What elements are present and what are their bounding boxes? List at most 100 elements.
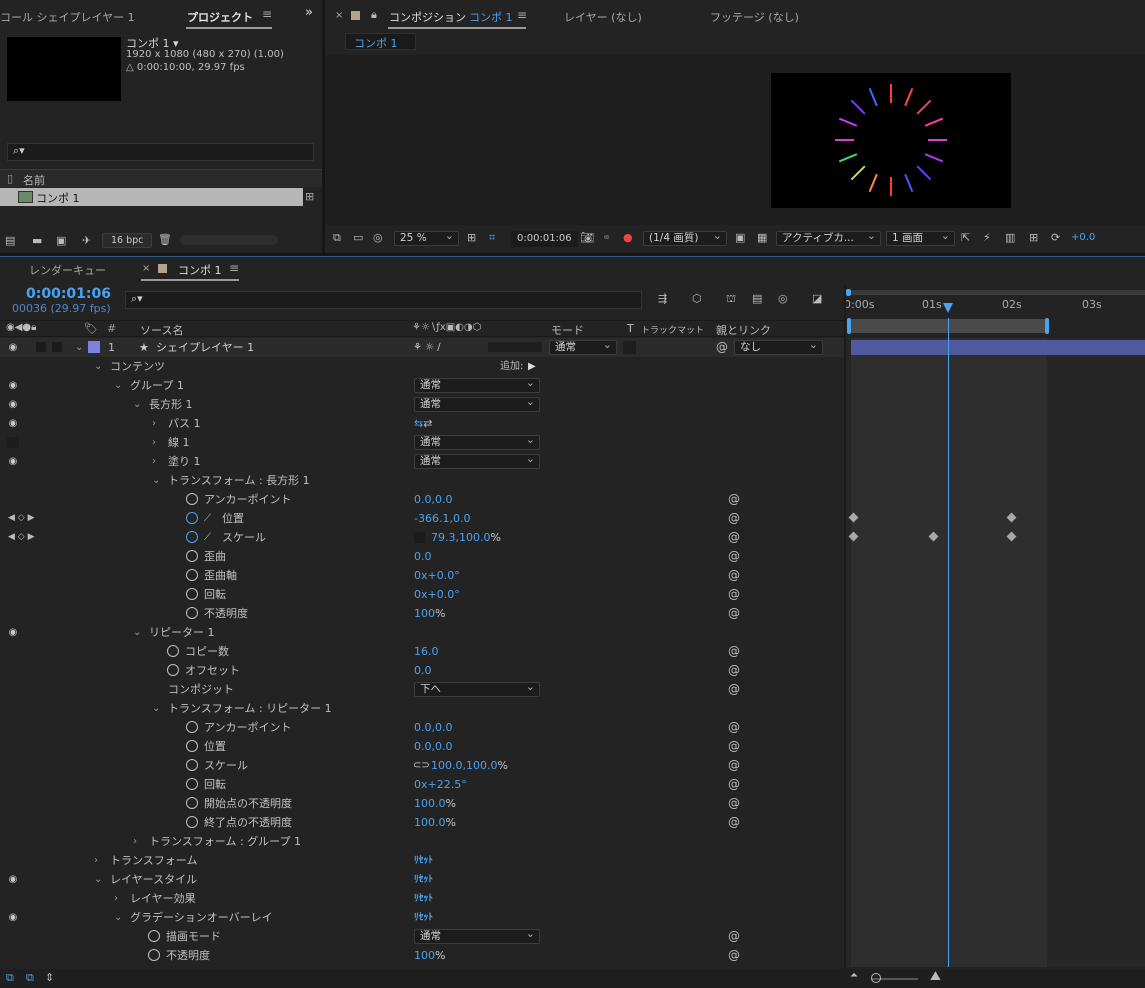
eye-icon[interactable]: ◉ [6,452,20,471]
zoom-out-icon[interactable]: ⏶ [850,970,858,981]
tab-comp[interactable]: コンポ 1 [178,262,222,278]
twirl-icon[interactable]: › [152,414,156,433]
parent-select[interactable]: なし [734,340,823,355]
comp-mini-flowchart-icon[interactable]: ⇶ [658,292,667,305]
show-snapshot-icon[interactable]: ⚭ [602,231,611,244]
zoom-in-icon[interactable]: ⛰ [930,969,941,984]
tree-row[interactable]: › 線 1 通常 [0,433,845,452]
magnification-toggle-icon[interactable]: ⧉ [333,231,341,245]
time-ruler[interactable]: 0:00s 01s 02s 03s [844,287,1145,335]
menu-icon[interactable]: ≡ [262,7,272,21]
toggle-pixel-icon[interactable]: ⇱ [961,231,970,244]
tab-close-icon[interactable]: × [142,263,150,274]
composite-select[interactable]: 下へ [414,682,540,697]
property-value[interactable]: 0x+0.0° [414,585,460,604]
blend-mode-select[interactable]: 通常 [414,397,540,412]
property-row[interactable]: 不透明度 100% @ [0,946,845,965]
pickwhip-icon[interactable]: @ [728,547,740,566]
eye-icon[interactable]: ◉ [6,338,20,357]
shy-layers-icon[interactable]: ⛫ [726,292,736,307]
blend-mode-select[interactable]: 通常 [414,454,540,469]
layer-row[interactable]: ◉ ⌄ 1 ★ シェイプレイヤー 1 ⚘ ☼ ∕ 通常 @ なし [0,338,845,357]
project-item-comp[interactable]: コンポ 1 [0,188,303,206]
col-source-name[interactable]: ソース名 [140,322,183,338]
property-value[interactable]: 0x+22.5° [414,775,467,794]
pickwhip-icon[interactable]: @ [716,338,728,357]
draft-3d-icon[interactable]: ⬡ [692,292,702,305]
timeline-icon[interactable]: ▥ [1005,231,1015,244]
reset-exposure-icon[interactable]: ⟳ [1051,231,1060,244]
tree-row[interactable]: ◉ ⌄ 長方形 1 通常 [0,395,845,414]
twirl-icon[interactable]: ⌄ [114,908,122,927]
property-row[interactable]: アンカーポイント 0.0,0.0 @ [0,490,845,509]
property-value[interactable]: 0.0,0.0 [414,490,452,509]
stopwatch-icon[interactable] [167,664,179,676]
twirl-icon[interactable]: ⌄ [94,357,102,376]
tab-composition[interactable]: コンポジション [389,9,466,25]
tree-row[interactable]: ◉ ⌄ グループ 1 通常 [0,376,845,395]
twirl-icon[interactable]: ⌄ [94,870,102,889]
comp-breadcrumb[interactable]: コンポ 1 [345,33,416,50]
eye-icon[interactable]: ◉ [6,395,20,414]
pickwhip-icon[interactable]: @ [728,509,740,528]
playhead-handle[interactable] [943,303,953,313]
interpret-footage-icon[interactable]: ▤ [5,234,15,247]
property-value[interactable]: 100.0% [414,813,456,832]
timeline-track-area[interactable] [846,318,1145,967]
frame-blending-icon[interactable]: ▤ [752,292,762,305]
tab-footage[interactable]: フッテージ (なし) [710,9,799,25]
bpc-button[interactable]: 16 bpc [102,233,153,248]
pickwhip-icon[interactable]: @ [728,490,740,509]
stopwatch-icon[interactable] [186,569,198,581]
blend-mode-select[interactable]: 通常 [414,435,540,450]
stopwatch-icon[interactable] [148,930,160,942]
work-area-in-handle[interactable] [847,318,851,334]
stopwatch-icon[interactable] [186,493,198,505]
layer-switches[interactable]: ⚘ ☼ ∕ [413,338,441,357]
property-row[interactable]: 歪曲 0.0 @ [0,547,845,566]
tree-row[interactable]: ⌄ トランスフォーム : リピーター 1 [0,699,845,718]
zoom-select[interactable]: 25 % [394,231,459,246]
stopwatch-icon[interactable] [186,797,198,809]
property-value[interactable]: 16.0 [414,642,439,661]
layer-switches-toggle-icon[interactable]: ⧉ [6,971,14,985]
twirl-icon[interactable]: › [94,851,98,870]
property-row[interactable]: 位置 0.0,0.0 @ [0,737,845,756]
fast-preview-icon[interactable]: ⚡ [983,231,991,244]
pickwhip-icon[interactable]: @ [728,661,740,680]
comp-canvas[interactable] [771,73,1011,208]
add-menu-icon[interactable]: ▶ [528,357,536,376]
col-parent[interactable]: 親とリンク [716,322,771,338]
resolution-select[interactable]: (1/4 画質) [643,231,727,246]
new-comp-icon[interactable]: ▣ [56,234,66,247]
safe-area-icon[interactable]: ⌗ [489,231,495,245]
current-time[interactable]: 0:00:01:06 [26,286,111,302]
pickwhip-icon[interactable]: @ [728,927,740,946]
graph-icon[interactable]: ⟋ [204,528,211,547]
channel-icon[interactable]: ● [623,231,633,244]
tab-layer[interactable]: レイヤー (なし) [564,9,642,25]
timing-toggle-icon[interactable]: ⇕ [45,971,54,984]
keyframe-nav-icons[interactable]: ◀ ◇ ▶ [8,528,35,547]
tab-close-icon[interactable]: × [335,10,343,21]
reset-link[interactable]: ﾘｾｯﾄ [414,908,433,927]
flowchart-icon[interactable]: ⊞ [305,190,314,203]
eye-icon[interactable]: ◉ [6,908,20,927]
property-value[interactable]: 100.0% [414,794,456,813]
property-value[interactable]: 0x+0.0° [414,566,460,585]
tree-row[interactable]: ◉ ⌄ レイヤースタイル ﾘｾｯﾄ [0,870,845,889]
property-row[interactable]: コピー数 16.0 @ [0,642,845,661]
property-row[interactable]: スケール ⊂⊃ 100.0,100.0% @ [0,756,845,775]
camera-select[interactable]: アクティブカ... [776,231,881,246]
eye-icon[interactable]: ◉ [6,376,20,395]
snapshot-icon[interactable]: 📷︎ [580,231,594,244]
stopwatch-icon[interactable] [186,816,198,828]
property-value[interactable]: 0.0,0.0 [414,737,452,756]
mask-icon[interactable]: ◎ [373,231,383,244]
eye-icon[interactable]: ◉ [6,623,20,642]
stopwatch-icon[interactable] [186,588,198,600]
path-direction-icons[interactable]: ⇆⇄ [414,414,432,433]
current-time-display[interactable]: 0:00:01:06 [511,231,578,247]
twirl-icon[interactable]: ⌄ [152,699,160,718]
twirl-icon[interactable]: ⌄ [75,338,83,357]
